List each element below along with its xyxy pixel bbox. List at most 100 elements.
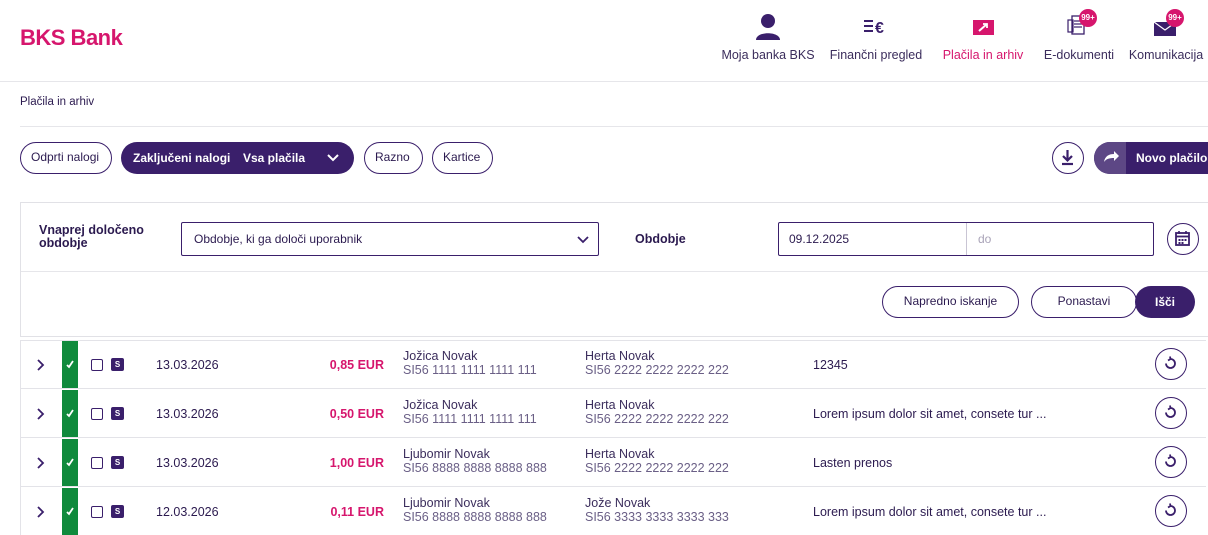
payee-iban: SI56 2222 2222 2222 222 xyxy=(585,363,729,377)
nav-item-komunikacija[interactable]: 99+ Komunikacija xyxy=(1124,0,1208,82)
range-label: Obdobje xyxy=(635,232,686,246)
payer-name: Jožica Novak xyxy=(403,398,478,412)
divider xyxy=(20,341,21,535)
repeat-payment-button[interactable] xyxy=(1155,495,1187,527)
period-select[interactable]: Obdobje, ki ga določi uporabnik xyxy=(181,222,599,256)
row-checkbox[interactable] xyxy=(91,506,103,518)
tab-razno[interactable]: Razno xyxy=(364,142,423,174)
repeat-icon xyxy=(1165,356,1176,369)
payer-iban: SI56 8888 8888 8888 888 xyxy=(403,510,547,524)
payee-iban: SI56 2222 2222 2222 222 xyxy=(585,461,729,475)
new-payment-button[interactable]: Novo plačilo xyxy=(1094,142,1208,174)
payee-iban: SI56 2222 2222 2222 222 xyxy=(585,412,729,426)
row-amount: 1,00 EUR xyxy=(329,456,384,470)
repeat-payment-button[interactable] xyxy=(1155,397,1187,429)
table-row[interactable]: S 13.03.2026 0,50 EUR Jožica Novak SI56 … xyxy=(20,390,1206,438)
status-indicator xyxy=(62,488,78,535)
chevron-right-icon[interactable] xyxy=(20,488,60,535)
row-purpose: Lorem ipsum dolor sit amet, consete tur … xyxy=(813,407,1047,421)
calendar-button[interactable] xyxy=(1167,223,1199,255)
repeat-payment-button[interactable] xyxy=(1155,348,1187,380)
breadcrumb[interactable]: Plačila in arhiv xyxy=(20,96,94,108)
bks-bank-logo[interactable]: BKS Bank xyxy=(20,25,123,51)
payee: Herta Novak SI56 2222 2222 2222 222 xyxy=(585,349,729,377)
payee-name: Herta Novak xyxy=(585,398,655,412)
nav-label: Moja banka BKS xyxy=(721,48,815,62)
row-amount: 0,50 EUR xyxy=(329,407,384,421)
download-icon xyxy=(1062,150,1073,166)
row-date: 13.03.2026 xyxy=(156,407,219,421)
row-amount: 0,11 EUR xyxy=(330,505,384,519)
status-indicator xyxy=(62,439,78,486)
tab-zakljuceni-nalogi[interactable]: Zaključeni nalogi Vsa plačila xyxy=(121,142,354,174)
row-date: 13.03.2026 xyxy=(156,358,219,372)
type-badge: S xyxy=(111,358,124,371)
divider xyxy=(21,271,1208,272)
row-amount: 0,85 EUR xyxy=(329,358,384,372)
share-arrow-icon xyxy=(1094,142,1126,174)
chevron-right-icon[interactable] xyxy=(20,390,60,437)
period-select-value: Obdobje, ki ga določi uporabnik xyxy=(194,232,363,246)
payer-iban: SI56 1111 1111 1111 111 xyxy=(403,412,537,426)
chevron-down-icon[interactable] xyxy=(326,152,340,164)
payee: Jože Novak SI56 3333 3333 3333 333 xyxy=(585,496,729,524)
payer-iban: SI56 1111 1111 1111 111 xyxy=(403,363,537,377)
envelope-icon: 99+ xyxy=(1146,9,1186,40)
new-payment-label: Novo plačilo xyxy=(1136,151,1208,165)
divider xyxy=(20,126,1208,127)
nav-item-financni-pregled[interactable]: € Finančni pregled xyxy=(820,0,932,82)
type-badge: S xyxy=(111,456,124,469)
payer-iban: SI56 8888 8888 8888 888 xyxy=(403,461,547,475)
filter-panel: Vnaprej določeno obdobje Obdobje, ki ga … xyxy=(20,202,1208,337)
nav-label: E-dokumenti xyxy=(1043,48,1115,62)
table-row[interactable]: S 12.03.2026 0,11 EUR Ljubomir Novak SI5… xyxy=(20,488,1206,535)
date-to-input[interactable] xyxy=(968,223,1153,255)
tab-odprti-nalogi[interactable]: Odprti nalogi xyxy=(20,142,112,174)
chevron-down-icon xyxy=(577,236,589,244)
advanced-search-button[interactable]: Napredno iskanje xyxy=(882,286,1019,318)
row-date: 13.03.2026 xyxy=(156,456,219,470)
tab-label-all[interactable]: Vsa plačila xyxy=(243,142,305,174)
reset-button[interactable]: Ponastavi xyxy=(1031,286,1137,318)
nav-label: Finančni pregled xyxy=(829,48,923,62)
nav-item-placila-in-arhiv[interactable]: Plačila in arhiv xyxy=(932,0,1034,82)
row-date: 12.03.2026 xyxy=(156,505,219,519)
row-checkbox[interactable] xyxy=(91,359,103,371)
check-icon xyxy=(66,360,74,369)
download-button[interactable] xyxy=(1052,142,1084,174)
payer-name: Ljubomir Novak xyxy=(403,447,490,461)
table-row[interactable]: S 13.03.2026 0,85 EUR Jožica Novak SI56 … xyxy=(20,341,1206,389)
check-icon xyxy=(66,507,74,516)
table-row[interactable]: S 13.03.2026 1,00 EUR Ljubomir Novak SI5… xyxy=(20,439,1206,487)
tab-kartice[interactable]: Kartice xyxy=(432,142,493,174)
user-icon xyxy=(756,14,780,40)
row-checkbox[interactable] xyxy=(91,457,103,469)
payee-name: Herta Novak xyxy=(585,349,655,363)
check-icon xyxy=(66,409,74,418)
notification-badge: 99+ xyxy=(1079,9,1097,27)
repeat-icon xyxy=(1165,454,1176,467)
svg-text:€: € xyxy=(875,20,884,37)
payer: Jožica Novak SI56 1111 1111 1111 111 xyxy=(403,349,537,377)
payer: Jožica Novak SI56 1111 1111 1111 111 xyxy=(403,398,537,426)
row-purpose: Lorem ipsum dolor sit amet, consete tur … xyxy=(813,505,1047,519)
payer-name: Jožica Novak xyxy=(403,349,478,363)
payer-name: Ljubomir Novak xyxy=(403,496,490,510)
payer: Ljubomir Novak SI56 8888 8888 8888 888 xyxy=(403,496,547,524)
nav-item-e-dokumenti[interactable]: 99+ E-dokumenti xyxy=(1034,0,1124,82)
chevron-right-icon[interactable] xyxy=(20,341,60,388)
documents-icon: 99+ xyxy=(1059,9,1099,40)
repeat-icon xyxy=(1165,405,1176,418)
nav-item-moja-banka[interactable]: Moja banka BKS xyxy=(716,0,820,82)
euro-list-icon: € xyxy=(864,20,884,37)
repeat-payment-button[interactable] xyxy=(1155,446,1187,478)
search-button[interactable]: Išči xyxy=(1135,286,1195,318)
chevron-right-icon[interactable] xyxy=(20,439,60,486)
row-checkbox[interactable] xyxy=(91,408,103,420)
period-label: Vnaprej določeno obdobje xyxy=(39,223,144,250)
date-from-input[interactable] xyxy=(779,223,967,255)
payee-name: Jože Novak xyxy=(585,496,651,510)
nav-label: Plačila in arhiv xyxy=(942,48,1024,62)
repeat-icon xyxy=(1165,503,1176,516)
payee-name: Herta Novak xyxy=(585,447,655,461)
